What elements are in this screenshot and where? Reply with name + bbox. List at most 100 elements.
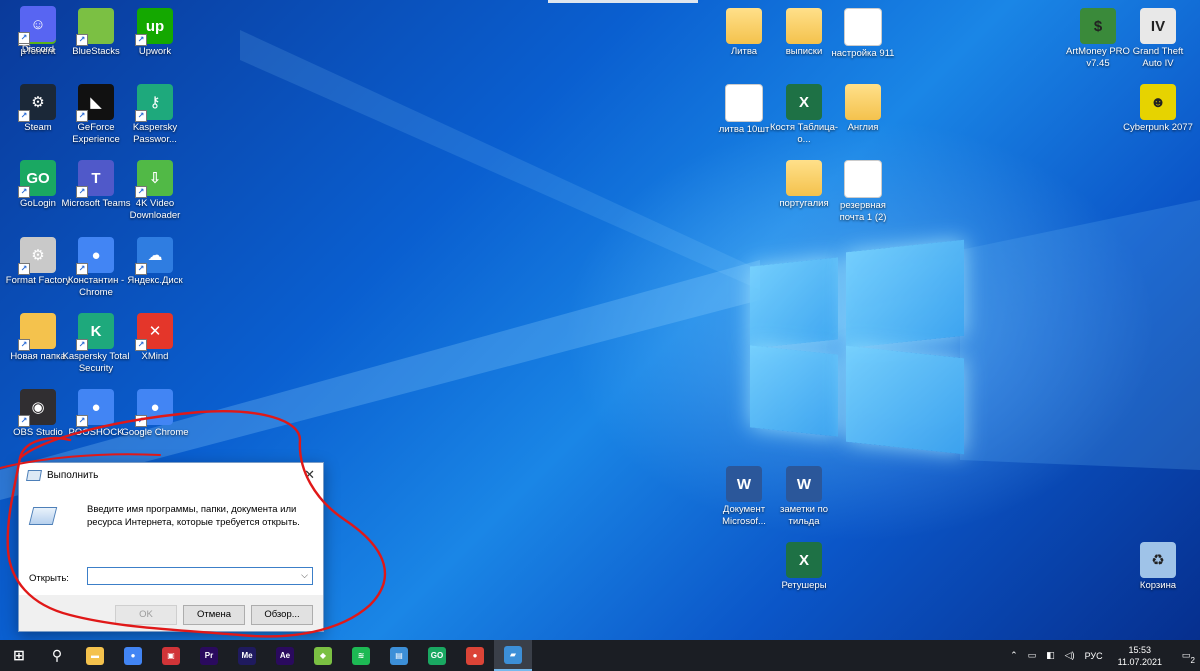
desktop-file[interactable]: X Ретушеры (766, 536, 842, 592)
shortcut-arrow-icon: ↗ (76, 339, 88, 351)
icon-glyph: ⚷ (149, 94, 161, 111)
desktop-file[interactable]: Англия (825, 78, 901, 134)
taskbar-button[interactable]: ▰ (494, 640, 532, 671)
open-label: Открыть: (29, 573, 69, 584)
system-tray: ⌃ ▭ ◧ ◁) РУС 15:53 11.07.2021 ▭ 2 (1005, 640, 1200, 671)
gologin-icon: GO (428, 646, 446, 665)
desktop-file-label: резервная почта 1 (2) (839, 200, 887, 223)
taskbar-button[interactable]: ● (114, 640, 152, 671)
icon-glyph: GO (26, 169, 50, 187)
xmind-icon: ✕ ↗ (135, 313, 173, 351)
shortcut-arrow-icon: ↗ (76, 263, 88, 275)
desktop-icon[interactable]: IV Grand Theft Auto IV (1120, 2, 1196, 70)
desktop-icon[interactable]: ☻ Cyberpunk 2077 (1120, 78, 1196, 134)
word-icon: W (726, 466, 762, 502)
folder-icon: ↗ (18, 313, 56, 351)
chrome-icon: ● ↗ (135, 389, 173, 427)
icon-glyph: ♻ (1151, 552, 1165, 569)
taskbar-button[interactable]: ◆ (304, 640, 342, 671)
tray-app-icon[interactable]: ◧ (1046, 650, 1055, 661)
close-icon[interactable]: ✕ (304, 467, 315, 483)
clock-time: 15:53 (1128, 644, 1152, 655)
icon-glyph: ● (150, 398, 160, 416)
desktop-icon-label: Kaspersky Passwor... (132, 122, 178, 145)
desktop-icon-label: Яндекс.Диск (127, 275, 183, 286)
icon-glyph: ◉ (31, 399, 45, 416)
desktop-icon[interactable]: ☺ ↗ Discord (0, 0, 76, 56)
run-dialog-buttons: OK Отмена Обзор... (19, 595, 323, 631)
teams-icon: T ↗ (76, 160, 114, 198)
desktop-file-label: Ретушеры (781, 580, 827, 591)
desktop-icon[interactable]: ⇩ ↗ 4K Video Downloader (117, 154, 193, 222)
icon-glyph: ☁ (147, 247, 163, 264)
icon-glyph: ⇩ (148, 170, 162, 187)
artmoney-icon: $ (1080, 8, 1116, 44)
run-dialog-titlebar[interactable]: Выполнить ✕ (19, 463, 323, 487)
shortcut-arrow-icon: ↗ (18, 110, 30, 122)
chevron-down-icon[interactable]: ⌵ (301, 570, 308, 581)
open-combobox[interactable]: ⌵ (87, 567, 313, 585)
shortcut-arrow-icon: ↗ (76, 415, 88, 427)
shortcut-arrow-icon: ↗ (135, 339, 147, 351)
desktop-icon-label: Cyberpunk 2077 (1123, 122, 1193, 133)
kaspersky-icon: K ↗ (76, 313, 114, 351)
taskbar-apps: ⊞ ⚲ ▬ ● ▣ Pr Me Ae ◆ ≋ ▤ GO ● ▰ (0, 640, 532, 671)
bluestacks-icon: ◆ (314, 646, 332, 665)
discord-icon: ☺ ↗ (18, 6, 56, 44)
desktop-icon[interactable]: ● ↗ Google Chrome (117, 383, 193, 439)
icon-glyph: up (145, 17, 165, 35)
icon-glyph: ☻ (1150, 93, 1166, 111)
icon-glyph: ● (91, 398, 101, 416)
volume-icon[interactable]: ◁) (1065, 650, 1075, 661)
cancel-button[interactable]: Отмена (183, 605, 245, 625)
browse-button[interactable]: Обзор... (251, 605, 313, 625)
taskbar-button[interactable]: Ae (266, 640, 304, 671)
shortcut-arrow-icon: ↗ (135, 186, 147, 198)
taskbar-button[interactable]: ≋ (342, 640, 380, 671)
desktop-icon[interactable]: ⚷ ↗ Kaspersky Passwor... (117, 78, 193, 146)
notification-center-button[interactable]: ▭ 2 (1172, 640, 1200, 671)
clock[interactable]: 15:53 11.07.2021 (1118, 644, 1162, 668)
top-drop-tab (548, 0, 698, 3)
ok-button[interactable]: OK (115, 605, 177, 625)
windows-logo-pane-tr (846, 239, 964, 349)
text-file-icon (725, 84, 763, 122)
yandex-disk-icon: ☁ ↗ (135, 237, 173, 275)
windows-logo-pane-br (846, 345, 964, 455)
start-icon: ⊞ (13, 647, 25, 663)
chrome-icon: ● (124, 646, 142, 665)
taskbar-button[interactable]: ⊞ (0, 640, 38, 671)
taskbar-button[interactable]: ▣ (152, 640, 190, 671)
chevron-up-icon[interactable]: ⌃ (1010, 650, 1018, 661)
language-indicator[interactable]: РУС (1085, 651, 1103, 661)
shortcut-arrow-icon: ↗ (18, 186, 30, 198)
chrome-profile-icon: ● (466, 646, 484, 665)
desktop-file[interactable]: настройка 911 (825, 2, 901, 60)
run-program-icon (28, 507, 58, 525)
taskbar-button[interactable]: GO (418, 640, 456, 671)
word-icon: W (786, 466, 822, 502)
chrome-icon: ● ↗ (76, 237, 114, 275)
taskbar-button[interactable]: ▤ (380, 640, 418, 671)
network-icon[interactable]: ▭ (1028, 650, 1037, 661)
folder-icon (845, 84, 881, 120)
desktop-file[interactable]: Wзаметки по тильда (766, 460, 842, 528)
kaspersky-password-icon: ⚷ ↗ (135, 84, 173, 122)
clock-date: 11.07.2021 (1117, 656, 1162, 667)
taskbar-button[interactable]: Pr (190, 640, 228, 671)
steam-icon: ⚙ ↗ (18, 84, 56, 122)
taskbar-button[interactable]: Me (228, 640, 266, 671)
icon-glyph: ● (91, 246, 101, 264)
desktop-icon[interactable]: ✕ ↗ XMind (117, 307, 193, 363)
gologin-icon: GO ↗ (18, 160, 56, 198)
desktop-icon[interactable]: ☁ ↗ Яндекс.Диск (117, 231, 193, 287)
desktop-icon[interactable]: ♻ Корзина (1120, 536, 1196, 592)
taskbar-button[interactable]: ⚲ (38, 640, 76, 671)
desktop-icon-label: Google Chrome (121, 427, 189, 438)
desktop-file[interactable]: резервная почта 1 (2) (825, 154, 901, 224)
desktop-icon-label: XMind (141, 351, 169, 362)
taskbar-button[interactable]: ● (456, 640, 494, 671)
folder-icon (726, 8, 762, 44)
taskbar-button[interactable]: ▬ (76, 640, 114, 671)
desktop-icon[interactable]: up ↗ Upwork (117, 2, 193, 58)
